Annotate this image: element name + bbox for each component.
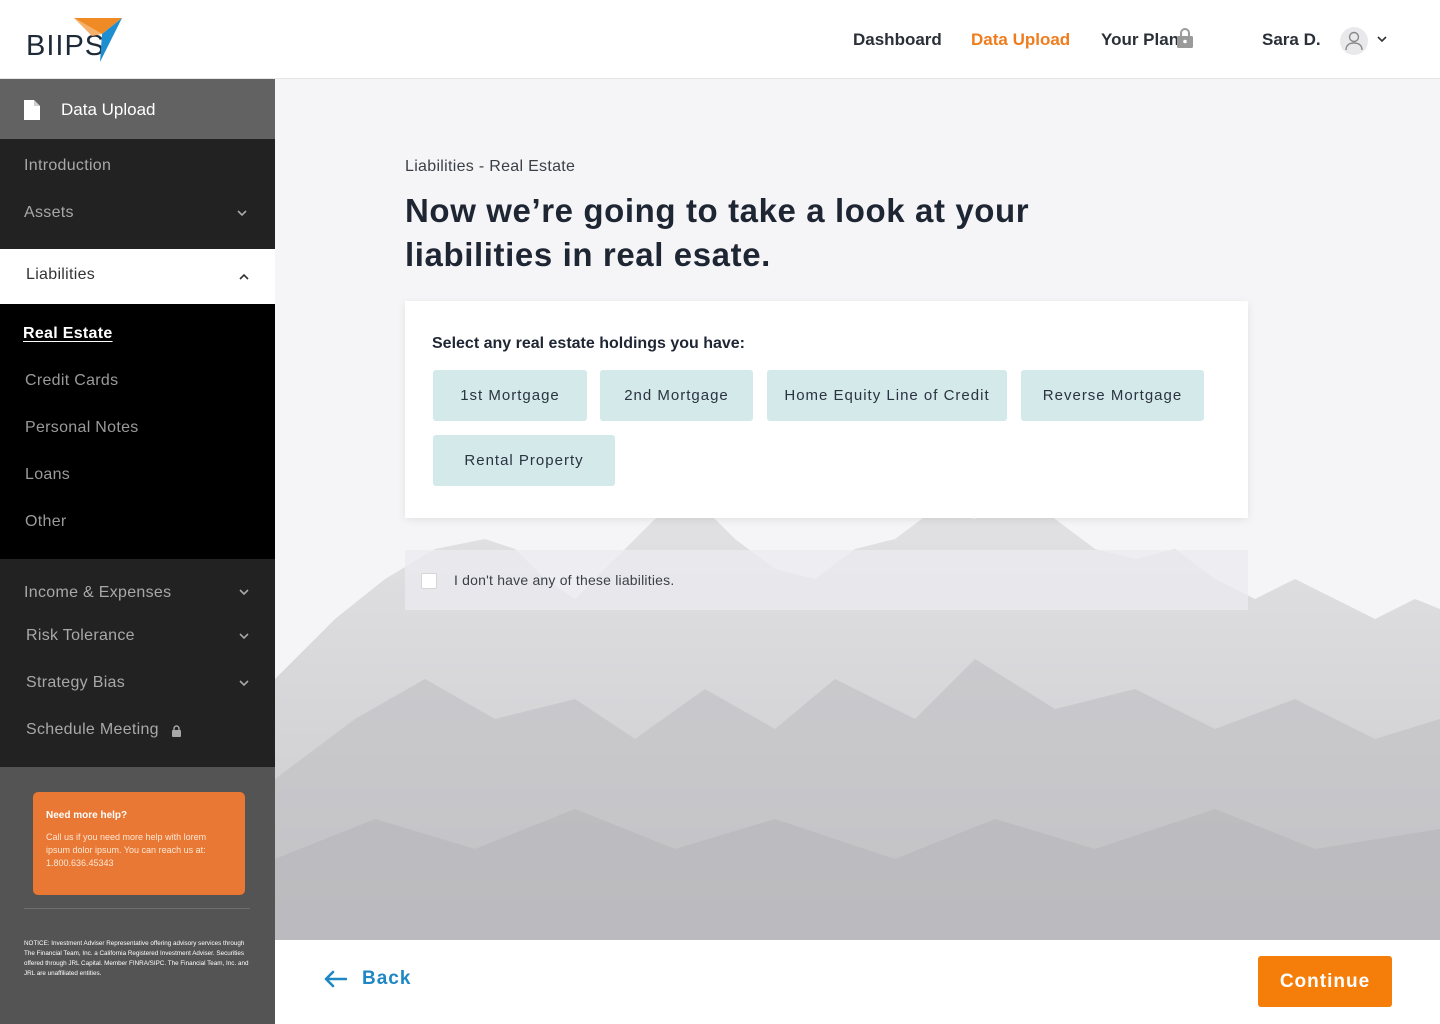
holdings-card: Select any real estate holdings you have… [405, 301, 1248, 518]
no-liabilities-row[interactable]: I don't have any of these liabilities. [405, 550, 1248, 610]
sidebar-item-income-expenses[interactable]: Income & Expenses [24, 584, 171, 602]
continue-button[interactable]: Continue [1258, 956, 1392, 1007]
help-card[interactable]: Need more help? Call us if you need more… [33, 792, 245, 895]
sidebar: Data Upload Introduction Assets Liabilit… [0, 79, 275, 1024]
no-liabilities-checkbox[interactable] [421, 573, 437, 589]
nav-your-plan[interactable]: Your Plan [1101, 30, 1179, 50]
top-header: BIIPS Dashboard Data Upload Your Plan Sa… [0, 0, 1440, 79]
user-name[interactable]: Sara D. [1262, 30, 1321, 50]
chevron-up-icon[interactable] [239, 273, 249, 280]
arrow-left-icon [324, 970, 347, 988]
help-body: Call us if you need more help with lorem… [46, 832, 207, 868]
sidebar-title: Data Upload [0, 79, 275, 139]
sidebar-subitem-credit-cards[interactable]: Credit Cards [25, 372, 118, 390]
sidebar-group-top: Introduction Assets [0, 139, 275, 249]
sidebar-item-assets[interactable]: Assets [24, 204, 74, 222]
sidebar-subitem-loans[interactable]: Loans [25, 466, 70, 484]
help-title: Need more help? [46, 810, 128, 821]
main-content: Liabilities - Real Estate Now we’re goin… [275, 79, 1440, 940]
chevron-down-icon[interactable] [239, 633, 249, 640]
sidebar-item-schedule-meeting[interactable]: Schedule Meeting [26, 721, 159, 739]
file-icon [24, 100, 40, 120]
sidebar-item-label: Liabilities [26, 266, 96, 283]
option-reverse-mortgage[interactable]: Reverse Mortgage [1021, 370, 1204, 421]
sidebar-divider [24, 908, 250, 909]
sidebar-group-bottom: Income & Expenses Risk Tolerance Strateg… [0, 559, 275, 767]
sidebar-subitem-personal-notes[interactable]: Personal Notes [25, 419, 139, 437]
breadcrumb: Liabilities - Real Estate [405, 158, 576, 175]
sidebar-subnav: Real Estate Credit Cards Personal Notes … [0, 304, 275, 559]
sidebar-item-introduction[interactable]: Introduction [24, 157, 111, 175]
nav-data-upload[interactable]: Data Upload [971, 30, 1070, 50]
sidebar-item-liabilities[interactable]: Liabilities [0, 249, 275, 304]
lock-icon [1177, 28, 1193, 48]
option-1st-mortgage[interactable]: 1st Mortgage [433, 370, 587, 421]
no-liabilities-label: I don't have any of these liabilities. [454, 572, 675, 588]
user-icon [1345, 31, 1363, 51]
legal-notice: NOTICE: Investment Adviser Representativ… [24, 940, 249, 977]
sidebar-item-strategy-bias[interactable]: Strategy Bias [26, 674, 125, 692]
holdings-prompt: Select any real estate holdings you have… [432, 335, 745, 352]
option-home-equity-line[interactable]: Home Equity Line of Credit [767, 370, 1007, 421]
biips-logo[interactable]: BIIPS [26, 18, 136, 64]
chevron-down-icon[interactable] [237, 210, 247, 217]
chevron-down-icon[interactable] [1377, 35, 1387, 43]
option-2nd-mortgage[interactable]: 2nd Mortgage [600, 370, 753, 421]
chevron-down-icon[interactable] [239, 680, 249, 687]
lock-icon [172, 725, 181, 737]
page-title: Now we’re going to take a look at your l… [405, 192, 1030, 273]
sidebar-item-risk-tolerance[interactable]: Risk Tolerance [26, 627, 135, 645]
sidebar-subitem-real-estate[interactable]: Real Estate [23, 325, 113, 343]
option-rental-property[interactable]: Rental Property [433, 435, 615, 486]
sidebar-title-label: Data Upload [61, 100, 156, 119]
nav-dashboard[interactable]: Dashboard [853, 30, 942, 50]
logo-triangle-icon [74, 18, 122, 62]
back-label: Back [362, 968, 412, 989]
avatar[interactable] [1340, 27, 1368, 55]
chevron-down-icon[interactable] [239, 589, 249, 596]
footer-bar: Back Continue [275, 940, 1440, 1024]
sidebar-subitem-other[interactable]: Other [25, 513, 67, 531]
